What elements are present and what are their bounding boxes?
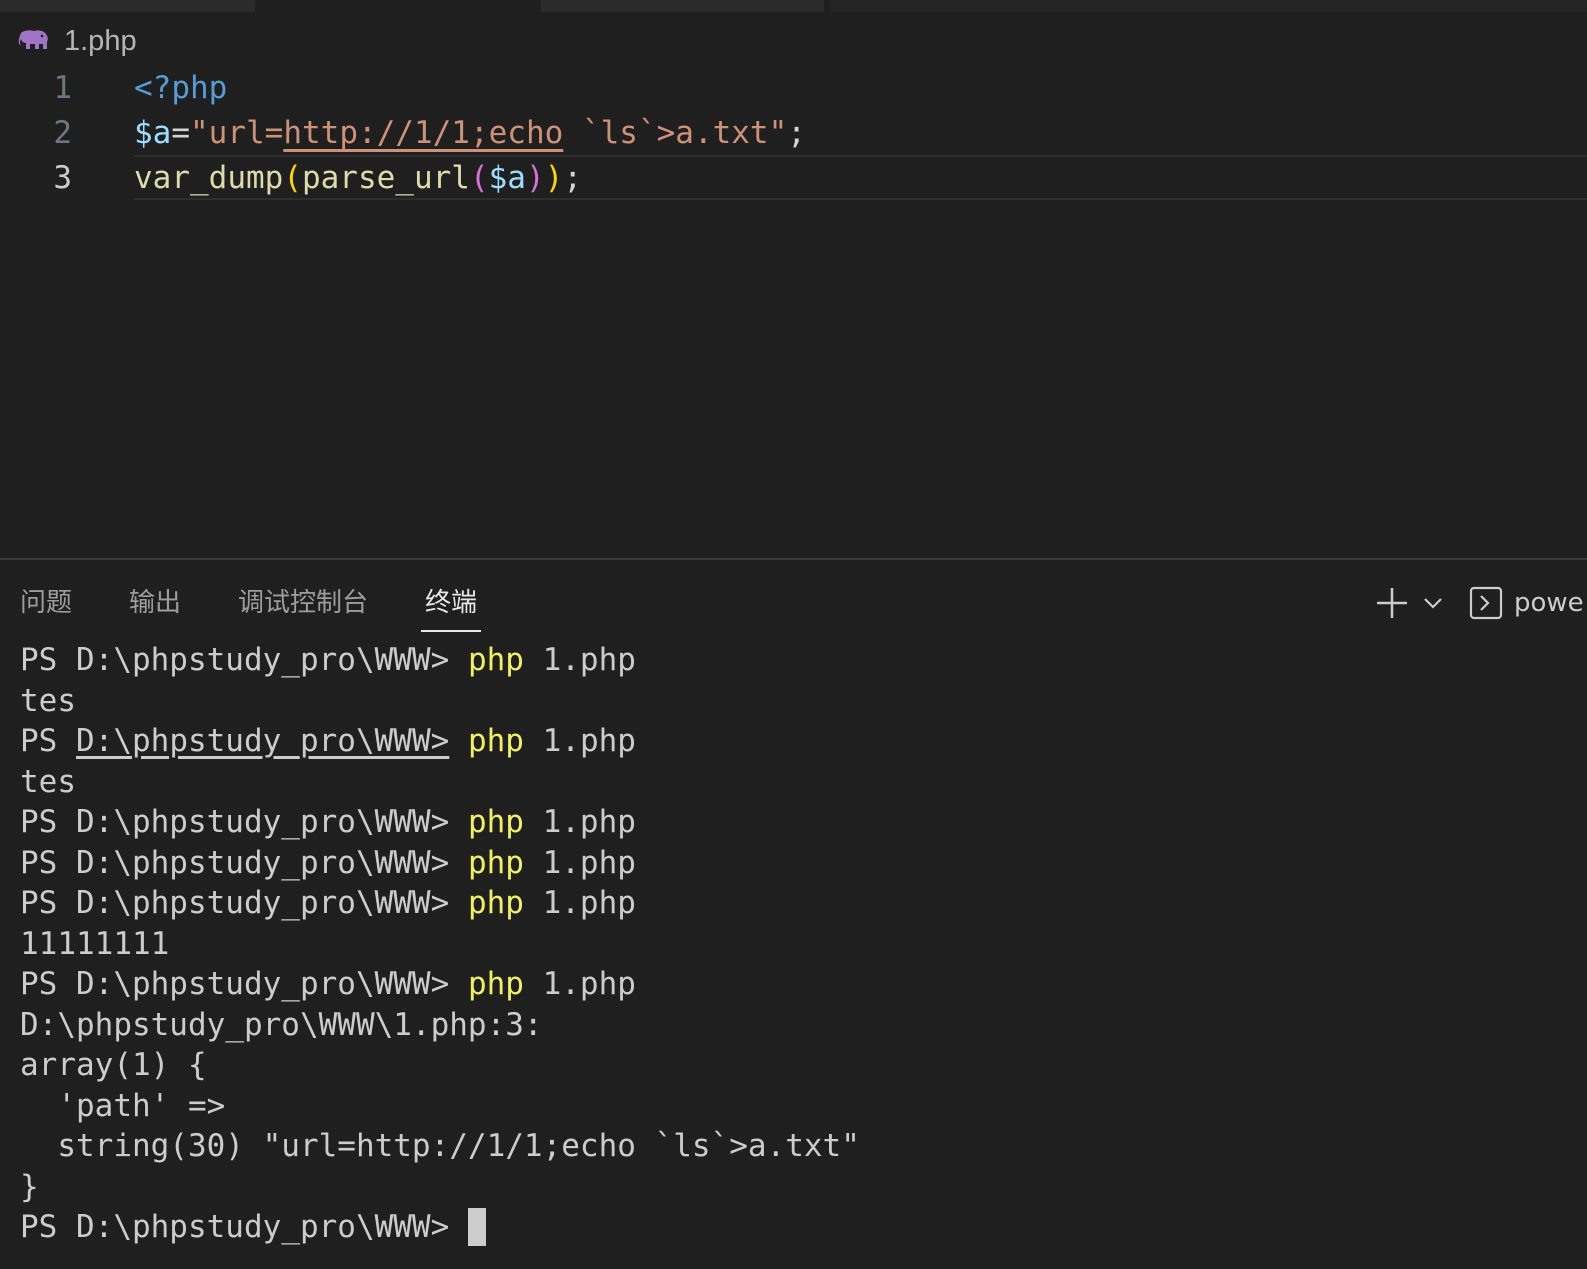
token-semicolon: ;	[787, 115, 806, 151]
editor-tab[interactable]	[541, 0, 824, 12]
terminal-command: php	[467, 844, 524, 881]
chevron-down-icon[interactable]	[1422, 592, 1444, 614]
terminal-line: tes	[20, 682, 76, 719]
terminal-cursor	[467, 1207, 486, 1246]
token-operator: =	[171, 115, 190, 151]
tab-terminal[interactable]: 终端	[421, 576, 482, 632]
terminal-command: php	[467, 885, 524, 921]
editor-tab[interactable]	[0, 0, 255, 12]
terminal-line: 'path' =>	[20, 1087, 226, 1124]
token-bracket: (	[283, 160, 302, 196]
token-function: parse_url	[301, 160, 470, 196]
code-text[interactable]: <?php	[134, 66, 227, 111]
line-number: 1	[53, 70, 72, 106]
code-text[interactable]: var_dump(parse_url($a));	[134, 156, 582, 201]
code-line[interactable]: 1 <?php	[0, 66, 1587, 111]
terminal-line: D:\phpstudy_pro\WWW\1.php:3:	[20, 1006, 543, 1043]
terminal-line: PS D:\phpstudy_pro\WWW> php 1.php	[20, 885, 636, 921]
panel-divider[interactable]	[0, 558, 1587, 560]
panel-actions: powe	[1374, 580, 1584, 626]
terminal-command: php	[467, 966, 524, 1002]
terminal-command: php	[467, 804, 524, 840]
tab-debug-console[interactable]: 调试控制台	[238, 576, 368, 632]
editor-tab-strip	[0, 0, 1587, 12]
tab-output[interactable]: 输出	[129, 576, 181, 632]
editor-tab-empty-area	[830, 0, 1587, 12]
plus-icon[interactable]	[1374, 585, 1410, 621]
token-string: "url=	[190, 115, 284, 151]
token-string: `ls`>a.txt"	[563, 115, 788, 151]
token-variable: $a	[488, 160, 526, 196]
panel-tabs: 问题 输出 调试控制台 终端	[20, 576, 534, 634]
token-bracket: )	[525, 160, 545, 196]
token-bracket: (	[469, 160, 489, 196]
terminal-line: }	[20, 1168, 39, 1205]
terminal-line: PS D:\phpstudy_pro\WWW> php 1.php	[20, 804, 636, 840]
line-number: 2	[53, 115, 72, 151]
breadcrumb[interactable]: 1.php	[18, 22, 137, 60]
tab-problems[interactable]: 问题	[20, 576, 72, 632]
token-php-open-tag: <?php	[134, 70, 228, 106]
token-bracket: )	[544, 160, 564, 196]
terminal-line: string(30) "url=http://1/1;echo `ls`>a.t…	[20, 1128, 860, 1164]
php-elephant-icon	[18, 30, 48, 49]
terminal-prompt-line[interactable]: PS D:\phpstudy_pro\WWW>	[20, 1207, 1587, 1248]
terminal-line: tes	[20, 763, 76, 800]
code-editor[interactable]: 1 <?php 2 $a="url=http://1/1;echo `ls`>a…	[0, 64, 1587, 558]
terminal-output[interactable]: PS D:\phpstudy_pro\WWW> php 1.php tes PS…	[20, 640, 1587, 1248]
code-line[interactable]: 2 $a="url=http://1/1;echo `ls`>a.txt";	[0, 111, 1587, 156]
token-semicolon: ;	[563, 160, 582, 196]
shell-name-label[interactable]: powe	[1514, 588, 1584, 618]
terminal-path-link[interactable]: D:\phpstudy_pro\WWW>	[76, 723, 449, 759]
terminal-command: php	[467, 723, 524, 759]
terminal-line: 11111111	[20, 925, 170, 962]
code-text[interactable]: $a="url=http://1/1;echo `ls`>a.txt";	[134, 111, 806, 156]
terminal-icon[interactable]	[1468, 585, 1504, 621]
terminal-line: array(1) {	[20, 1047, 207, 1083]
code-line-current[interactable]: 3 var_dump(parse_url($a));	[0, 156, 1587, 201]
terminal-line: PS D:\phpstudy_pro\WWW> php 1.php	[20, 642, 636, 678]
terminal-line: PS D:\phpstudy_pro\WWW> php 1.php	[20, 723, 636, 759]
token-string-link[interactable]: http://1/1;echo	[283, 115, 563, 151]
token-function: var_dump	[134, 160, 284, 196]
token-variable: $a	[134, 115, 172, 151]
line-number-active: 3	[53, 160, 72, 196]
terminal-line: PS D:\phpstudy_pro\WWW> php 1.php	[20, 966, 636, 1002]
breadcrumb-file-name[interactable]: 1.php	[64, 25, 137, 58]
terminal-command: php	[467, 642, 524, 678]
terminal-line: PS D:\phpstudy_pro\WWW> php 1.php	[20, 844, 636, 881]
